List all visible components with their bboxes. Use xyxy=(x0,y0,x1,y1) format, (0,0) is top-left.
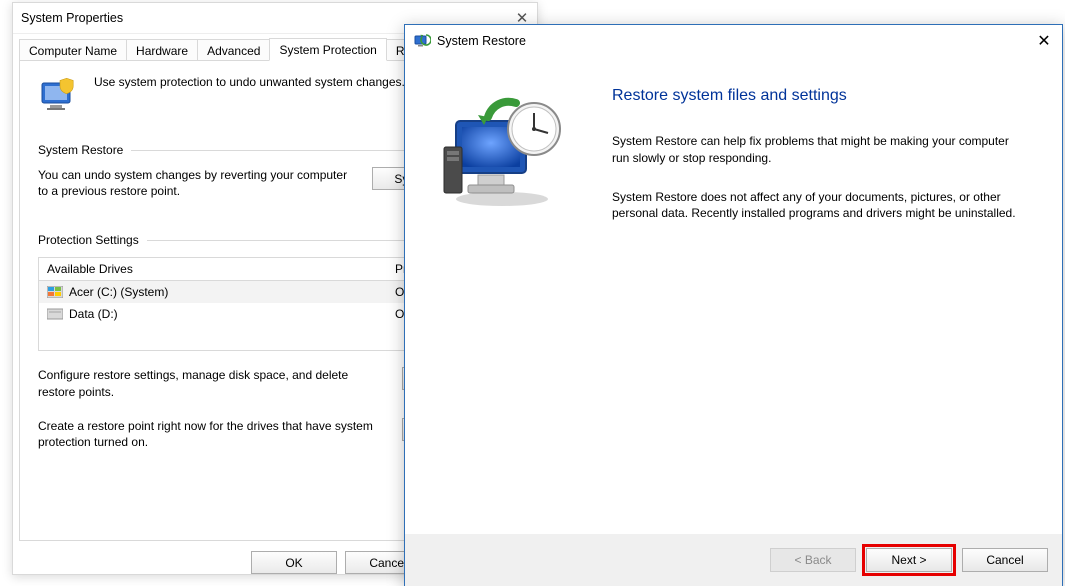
drive-name: Data (D:) xyxy=(69,307,118,321)
tab-hardware[interactable]: Hardware xyxy=(126,39,198,61)
back-button: < Back xyxy=(770,548,856,572)
group-legend: System Restore xyxy=(38,143,123,157)
create-desc: Create a restore point right now for the… xyxy=(38,418,384,450)
system-restore-desc: You can undo system changes by reverting… xyxy=(38,167,354,199)
shield-monitor-icon xyxy=(38,75,80,117)
wizard-paragraph: System Restore does not affect any of yo… xyxy=(612,189,1022,223)
column-header-drive: Available Drives xyxy=(39,258,387,280)
tab-advanced[interactable]: Advanced xyxy=(197,39,270,61)
system-restore-icon xyxy=(413,32,431,50)
ok-button[interactable]: OK xyxy=(251,551,337,574)
wizard-titlebar: System Restore ✕ xyxy=(405,25,1062,57)
tab-system-protection[interactable]: System Protection xyxy=(269,38,386,61)
cancel-button[interactable]: Cancel xyxy=(962,548,1048,572)
wizard-graphic-pane xyxy=(405,57,600,534)
close-icon[interactable]: ✕ xyxy=(1032,30,1056,52)
tab-computer-name[interactable]: Computer Name xyxy=(19,39,127,61)
wizard-body: Restore system files and settings System… xyxy=(405,57,1062,534)
system-restore-wizard: System Restore ✕ xyxy=(404,24,1063,586)
wizard-content: Restore system files and settings System… xyxy=(600,57,1062,534)
wizard-footer: < Back Next > Cancel xyxy=(405,534,1062,586)
restore-graphic-icon xyxy=(438,91,568,214)
drive-icon xyxy=(47,308,63,320)
drive-os-icon xyxy=(47,286,63,298)
configure-desc: Configure restore settings, manage disk … xyxy=(38,367,384,399)
wizard-paragraph: System Restore can help fix problems tha… xyxy=(612,133,1022,167)
window-title: System Properties xyxy=(21,11,123,25)
wizard-title: System Restore xyxy=(437,34,526,48)
drive-name: Acer (C:) (System) xyxy=(69,285,168,299)
next-button[interactable]: Next > xyxy=(866,548,952,572)
group-legend: Protection Settings xyxy=(38,233,139,247)
wizard-heading: Restore system files and settings xyxy=(612,87,1030,105)
